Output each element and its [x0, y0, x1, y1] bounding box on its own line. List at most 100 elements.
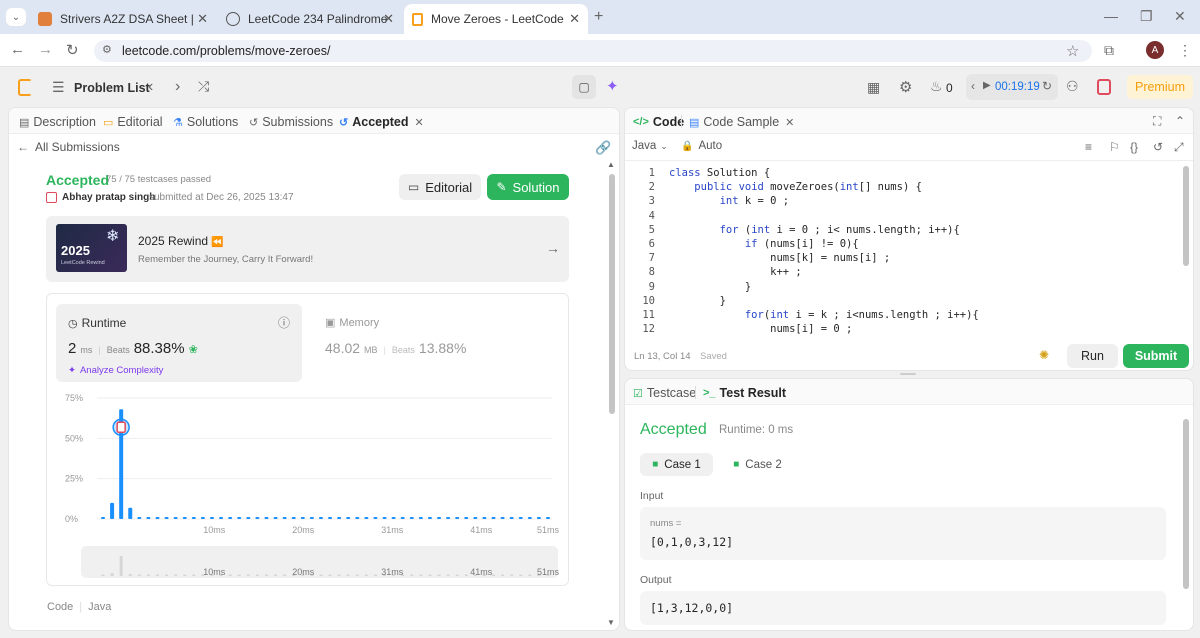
timer-play-icon[interactable]: ▶ — [983, 80, 991, 91]
result-tab-bar: ☑ Testcase >_ Test Result — [625, 379, 1193, 407]
fullscreen-icon[interactable]: ⤢ — [1174, 140, 1184, 155]
streak-fire-icon[interactable]: ♨ — [930, 78, 943, 95]
restore-icon[interactable]: ❐ — [1140, 8, 1153, 25]
memory-card[interactable]: ▣ Memory 48.02 MB | Beats 13.88% — [317, 304, 563, 382]
expand-icon[interactable]: ⛶ — [1153, 114, 1161, 129]
extensions-icon[interactable]: ⧉ — [1104, 42, 1114, 59]
collapse-icon[interactable]: ⌃ — [1175, 114, 1185, 128]
tab-editorial[interactable]: ▭ Editorial — [103, 108, 163, 136]
site-info-icon[interactable]: ⚙ — [102, 43, 112, 56]
debug-icon[interactable]: ✺ — [1039, 348, 1049, 362]
close-tab-icon[interactable]: ✕ — [569, 11, 580, 27]
overview-bar — [155, 574, 159, 576]
add-friend-icon[interactable]: ⚇ — [1066, 78, 1079, 95]
share-link-icon[interactable]: 🔗 — [595, 140, 611, 156]
sparkle-ai-icon[interactable]: ✦ — [606, 77, 619, 95]
tab-label: Code Sample — [703, 115, 780, 129]
shuffle-icon[interactable]: ⤮ — [198, 78, 209, 95]
overview-bar — [446, 574, 450, 576]
tab-description[interactable]: ▤ Description — [19, 108, 96, 136]
histogram-bar — [155, 517, 160, 519]
result-scrollbar[interactable] — [1183, 419, 1189, 589]
submit-button[interactable]: Submit — [1123, 344, 1189, 368]
problem-list-link[interactable]: Problem List — [74, 81, 150, 95]
analyze-complexity-link[interactable]: ✦ Analyze Complexity — [68, 365, 163, 376]
close-tab-icon[interactable]: ✕ — [197, 11, 208, 27]
case-1-tab[interactable]: ■ Case 1 — [640, 453, 713, 476]
browser-menu-icon[interactable]: ⋮ — [1178, 42, 1192, 59]
code-tab[interactable]: Code — [47, 601, 73, 613]
url-field[interactable]: ⚙ leetcode.com/problems/move-zeroes/ — [94, 40, 1092, 62]
format-icon[interactable]: ≡ — [1085, 140, 1092, 154]
scrollbar-thumb[interactable] — [609, 174, 615, 414]
forward-icon[interactable]: → — [38, 41, 53, 58]
overview-bar — [437, 574, 441, 576]
runtime-distribution-chart[interactable]: 75% 50% 25% 0% 10ms 20ms 31ms 41ms 51ms 10ms 20ms 3… — [47, 386, 568, 586]
close-window-icon[interactable]: ✕ — [1174, 8, 1186, 25]
close-tab-icon[interactable]: ✕ — [785, 116, 794, 129]
browser-tab-move-zeroes[interactable]: Move Zeroes - LeetCode ✕ — [404, 4, 588, 34]
browser-tab-strivers[interactable]: Strivers A2Z DSA Sheet | Codoli ✕ — [30, 4, 216, 34]
settings-gear-icon[interactable]: ⚙ — [899, 78, 912, 96]
tab-solutions[interactable]: ⚗ Solutions — [173, 108, 238, 136]
histogram-bar — [473, 517, 478, 519]
close-tab-icon[interactable]: ✕ — [415, 116, 424, 129]
back-icon[interactable]: ← — [10, 41, 25, 58]
info-icon[interactable]: ⓘ — [278, 314, 290, 331]
bookmark-star-icon[interactable]: ☆ — [1066, 42, 1079, 60]
solution-button[interactable]: ✎ Solution — [487, 174, 569, 200]
tab-search-icon[interactable]: ⌄ — [6, 8, 26, 26]
overview-bar — [174, 574, 178, 576]
histogram-bar — [318, 517, 323, 519]
editorial-button[interactable]: ▭ Editorial — [399, 174, 481, 200]
tab-code-sample[interactable]: ▤ Code Sample ✕ — [689, 108, 794, 136]
editor-scrollbar[interactable] — [1183, 166, 1189, 266]
run-button[interactable]: Run — [1067, 344, 1118, 368]
prev-problem-icon[interactable]: ‹ — [148, 78, 153, 96]
auto-mode[interactable]: 🔒 Auto — [681, 140, 722, 152]
all-submissions-label: All Submissions — [35, 140, 120, 154]
close-tab-icon[interactable]: ✕ — [383, 11, 394, 27]
rewind-card[interactable]: 2025 LeetCode Rewind ❄ 2025 Rewind ⏪ Rem… — [46, 216, 569, 282]
braces-icon[interactable]: {} — [1130, 140, 1138, 154]
scroll-down-icon[interactable]: ▼ — [607, 618, 615, 627]
code-area[interactable]: 1 class Solution {2 public void moveZeroe… — [633, 166, 1181, 336]
tab-code[interactable]: </> Code — [633, 108, 684, 136]
submitter-name[interactable]: Abhay pratap singh — [62, 192, 155, 203]
minimize-icon[interactable]: — — [1104, 8, 1118, 24]
user-avatar-icon[interactable] — [1097, 79, 1111, 95]
memory-beats: 13.88% — [418, 340, 467, 356]
browser-tab-palindrome[interactable]: LeetCode 234 Palindrome ✕ — [218, 4, 402, 34]
tab-accepted[interactable]: ↺ Accepted ✕ — [339, 108, 424, 136]
histogram-bar — [509, 517, 514, 519]
premium-button[interactable]: Premium — [1127, 75, 1193, 99]
tab-submissions[interactable]: ↺ Submissions — [249, 108, 333, 136]
grid-layout-icon[interactable]: ▦ — [867, 79, 880, 96]
histogram-bar — [273, 517, 278, 519]
book-icon: ▭ — [407, 180, 420, 194]
timer-collapse-icon[interactable]: ‹ — [971, 79, 975, 93]
tab-label: Description — [33, 115, 96, 129]
next-problem-icon[interactable]: › — [175, 78, 180, 96]
scroll-up-icon[interactable]: ▲ — [607, 160, 615, 169]
bookmark-icon[interactable]: ⚐ — [1109, 140, 1120, 154]
overview-tick-label: 10ms — [203, 567, 226, 577]
case-2-tab[interactable]: ■ Case 2 — [721, 453, 794, 476]
reset-icon[interactable]: ↺ — [1153, 140, 1163, 154]
layout-toggle-icon[interactable]: ▢ — [572, 75, 596, 99]
runtime-card[interactable]: ◷ Runtime ⓘ 2 ms | Beats 88.38% ❀ ✦ Analyz… — [56, 304, 302, 382]
language-label: Java — [632, 140, 657, 152]
reload-icon[interactable]: ↻ — [66, 41, 79, 59]
tab-test-result[interactable]: >_ Test Result — [703, 379, 786, 407]
profile-avatar[interactable]: A — [1146, 41, 1164, 59]
histogram-bar — [300, 517, 305, 519]
leetcode-logo[interactable] — [18, 79, 32, 96]
panel-resize-handle[interactable] — [900, 373, 916, 375]
language-tab[interactable]: Java — [88, 601, 111, 613]
language-select[interactable]: Java ⌄ — [632, 140, 668, 152]
timer-reset-icon[interactable]: ↻ — [1042, 79, 1052, 93]
new-tab-icon[interactable]: + — [594, 8, 603, 26]
tab-testcase[interactable]: ☑ Testcase — [633, 379, 696, 407]
editorial-button-label: Editorial — [425, 179, 473, 195]
all-submissions-link[interactable]: ← All Submissions — [17, 140, 120, 154]
